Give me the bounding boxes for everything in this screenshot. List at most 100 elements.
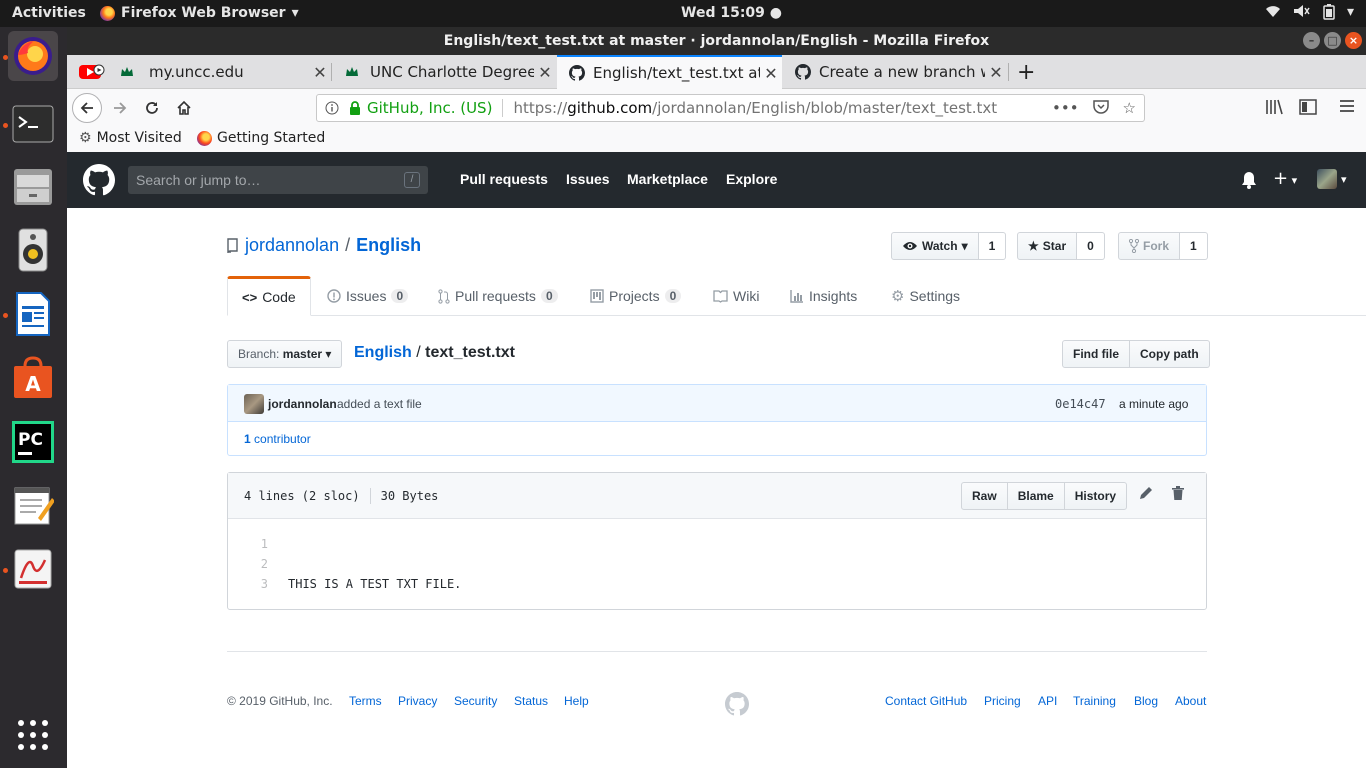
line-number[interactable]: 1: [228, 537, 268, 551]
arrow-right-icon: [114, 102, 127, 114]
activities-button[interactable]: Activities: [12, 5, 86, 21]
show-applications-button[interactable]: [8, 710, 58, 760]
nav-marketplace[interactable]: Marketplace: [627, 171, 708, 187]
dock-document-viewer[interactable]: [8, 544, 58, 594]
nav-explore[interactable]: Explore: [726, 171, 777, 187]
site-identity[interactable]: GitHub, Inc. (US): [349, 99, 492, 117]
footer-link-security[interactable]: Security: [454, 694, 497, 708]
address-bar[interactable]: GitHub, Inc. (US) https://github.com/jor…: [316, 94, 1145, 122]
home-button[interactable]: [169, 93, 199, 123]
tab-youtube-pinned[interactable]: [75, 55, 105, 89]
find-file-button[interactable]: Find file: [1062, 340, 1130, 368]
commit-message-link[interactable]: added a text file: [337, 397, 422, 411]
footer-link-privacy[interactable]: Privacy: [398, 694, 437, 708]
history-button[interactable]: History: [1063, 482, 1128, 510]
footer-link-help[interactable]: Help: [564, 694, 589, 708]
close-tab-icon[interactable]: ✕: [309, 63, 331, 82]
create-new-dropdown[interactable]: + ▾: [1273, 168, 1297, 189]
dock-pycharm[interactable]: PC: [8, 417, 58, 467]
repo-name-link[interactable]: English: [356, 235, 421, 256]
pencil-edit-icon[interactable]: [1139, 486, 1153, 504]
close-tab-icon[interactable]: ✕: [760, 64, 782, 83]
line-number[interactable]: 3: [228, 577, 268, 591]
user-menu-dropdown[interactable]: ▾: [1317, 169, 1347, 189]
fork-count[interactable]: 1: [1180, 232, 1208, 260]
clock[interactable]: Wed 15:09 ●: [681, 5, 782, 21]
pocket-icon[interactable]: [1092, 99, 1109, 118]
tab-insights[interactable]: Insights: [776, 276, 871, 316]
dock-libreoffice-writer[interactable]: [8, 289, 58, 339]
trash-icon[interactable]: [1172, 486, 1184, 504]
star-button[interactable]: ★ Star: [1017, 232, 1078, 260]
tab-create-branch[interactable]: Create a new branch with git ✕: [783, 55, 1007, 89]
line-number[interactable]: 2: [228, 557, 268, 571]
info-icon[interactable]: [325, 101, 339, 115]
footer-link-pricing[interactable]: Pricing: [984, 694, 1021, 708]
footer-link-terms[interactable]: Terms: [349, 694, 382, 708]
footer-link-status[interactable]: Status: [514, 694, 548, 708]
footer-link-training[interactable]: Training: [1073, 694, 1116, 708]
footer-link-api[interactable]: API: [1038, 694, 1057, 708]
repo-owner-link[interactable]: jordannolan: [245, 235, 339, 256]
sidebar-toggle-icon[interactable]: [1299, 98, 1317, 120]
minimize-button[interactable]: –: [1303, 32, 1320, 49]
arrow-left-icon: [80, 102, 93, 114]
commit-sha-link[interactable]: 0e14c47: [1055, 397, 1106, 411]
reload-button[interactable]: [137, 93, 167, 123]
forward-button[interactable]: [105, 93, 135, 123]
pdf-viewer-icon: [14, 549, 52, 589]
breadcrumb-repo-link[interactable]: English: [354, 344, 412, 361]
close-tab-icon[interactable]: ✕: [534, 63, 556, 82]
tab-github-file[interactable]: English/text_test.txt at master ✕: [557, 55, 782, 89]
avatar[interactable]: [244, 394, 264, 414]
chevron-down-icon: ▾: [1288, 174, 1298, 187]
contributors-link[interactable]: 1 contributor: [244, 432, 311, 446]
tab-code[interactable]: <> Code: [227, 276, 311, 316]
close-window-button[interactable]: ×: [1345, 32, 1362, 49]
commit-author-link[interactable]: jordannolan: [268, 397, 337, 411]
new-tab-button[interactable]: +: [1011, 55, 1041, 89]
dock-files[interactable]: [8, 162, 58, 212]
branch-select-button[interactable]: Branch: master ▾: [227, 340, 343, 368]
dock-software-center[interactable]: A: [8, 353, 58, 403]
github-logo-icon[interactable]: [725, 692, 750, 721]
bookmark-getting-started[interactable]: Getting Started: [197, 130, 325, 146]
maximize-button[interactable]: □: [1324, 32, 1341, 49]
notifications-bell-icon[interactable]: [1241, 171, 1257, 194]
dock-terminal[interactable]: [8, 99, 58, 149]
tab-projects[interactable]: Projects 0: [576, 276, 695, 316]
copy-path-button[interactable]: Copy path: [1130, 340, 1210, 368]
tab-issues[interactable]: Issues 0: [313, 276, 422, 316]
tab-pull-requests[interactable]: Pull requests 0: [424, 276, 572, 316]
footer-link-blog[interactable]: Blog: [1134, 694, 1158, 708]
hamburger-menu-icon[interactable]: [1339, 98, 1355, 118]
watch-count[interactable]: 1: [978, 232, 1007, 260]
footer-link-about[interactable]: About: [1175, 694, 1206, 708]
nav-issues[interactable]: Issues: [566, 171, 610, 187]
raw-button[interactable]: Raw: [961, 482, 1008, 510]
system-tray[interactable]: ▾: [1265, 4, 1354, 24]
bookmark-most-visited[interactable]: ⚙ Most Visited: [79, 130, 182, 146]
tab-degreeworks[interactable]: UNC Charlotte DegreeWorks ✕: [332, 55, 556, 89]
back-button[interactable]: [72, 93, 102, 123]
blame-button[interactable]: Blame: [1006, 482, 1065, 510]
star-count[interactable]: 0: [1077, 232, 1105, 260]
github-logo-icon[interactable]: [83, 164, 116, 200]
page-actions-icon[interactable]: •••: [1052, 99, 1079, 118]
nav-pull-requests[interactable]: Pull requests: [460, 171, 548, 187]
dock-rhythmbox[interactable]: [8, 225, 58, 275]
dock-text-editor[interactable]: [8, 480, 58, 530]
fork-button[interactable]: Fork: [1118, 232, 1181, 260]
bookmark-star-icon[interactable]: ☆: [1123, 99, 1136, 118]
footer-link-contact[interactable]: Contact GitHub: [885, 694, 967, 708]
tab-wiki[interactable]: Wiki: [699, 276, 773, 316]
watch-button[interactable]: Watch ▾: [891, 232, 979, 260]
star-icon: ★: [1028, 239, 1039, 253]
tab-settings[interactable]: ⚙ Settings: [877, 276, 974, 316]
close-tab-icon[interactable]: ✕: [985, 63, 1007, 82]
github-search-input[interactable]: Search or jump to… /: [128, 166, 428, 194]
library-icon[interactable]: [1265, 98, 1283, 120]
dock-firefox[interactable]: [8, 31, 58, 81]
app-menu[interactable]: Firefox Web Browser ▾: [100, 5, 299, 21]
tab-my-uncc[interactable]: my.uncc.edu ✕: [107, 55, 331, 89]
